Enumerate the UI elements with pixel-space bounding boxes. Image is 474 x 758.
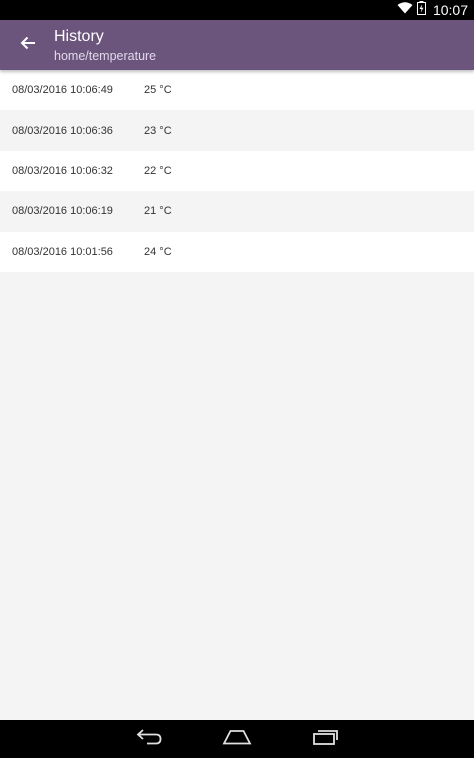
home-nav-icon <box>222 728 252 751</box>
recents-nav-icon <box>311 728 339 751</box>
history-list: 08/03/2016 10:06:49 25 °C 08/03/2016 10:… <box>0 70 474 272</box>
row-timestamp: 08/03/2016 10:06:32 <box>12 164 113 177</box>
status-clock: 10:07 <box>432 2 468 18</box>
row-value: 23 °C <box>144 124 172 137</box>
nav-home-button[interactable] <box>222 727 252 751</box>
row-value: 24 °C <box>144 245 172 258</box>
row-timestamp: 08/03/2016 10:01:56 <box>12 245 113 258</box>
row-timestamp: 08/03/2016 10:06:36 <box>12 124 113 137</box>
row-timestamp: 08/03/2016 10:06:19 <box>12 205 113 218</box>
back-nav-icon <box>135 728 163 751</box>
row-value: 22 °C <box>144 164 172 177</box>
app-bar: History home/temperature <box>0 20 474 70</box>
history-row[interactable]: 08/03/2016 10:01:56 24 °C <box>0 231 474 272</box>
row-timestamp: 08/03/2016 10:06:49 <box>12 84 113 97</box>
history-row[interactable]: 08/03/2016 10:06:49 25 °C <box>0 70 474 111</box>
history-row[interactable]: 08/03/2016 10:06:19 21 °C <box>0 191 474 232</box>
nav-recents-button[interactable] <box>310 727 340 751</box>
arrow-left-icon <box>20 35 36 56</box>
status-bar: 10:07 <box>0 0 474 20</box>
nav-back-button[interactable] <box>134 727 164 751</box>
history-row[interactable]: 08/03/2016 10:06:36 23 °C <box>0 110 474 151</box>
battery-icon <box>416 0 426 20</box>
wifi-icon <box>397 1 413 19</box>
row-value: 21 °C <box>144 205 172 218</box>
history-row[interactable]: 08/03/2016 10:06:32 22 °C <box>0 150 474 192</box>
navigation-bar <box>0 720 474 758</box>
page-title: History <box>54 28 104 45</box>
row-value: 25 °C <box>144 84 172 97</box>
page-subtitle: home/temperature <box>54 49 157 63</box>
back-button[interactable] <box>12 31 44 59</box>
